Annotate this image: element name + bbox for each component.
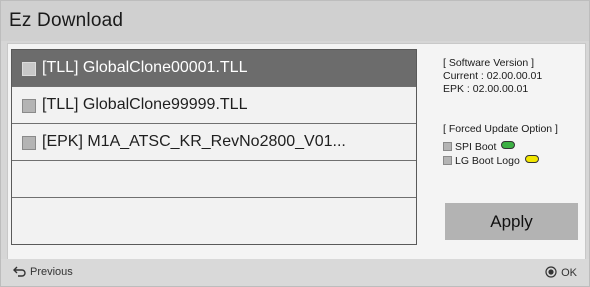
previous-button[interactable]: Previous — [13, 266, 73, 278]
spi-boot-label: SPI Boot — [455, 141, 497, 153]
option-spi-boot[interactable]: SPI Boot — [443, 141, 516, 153]
title-bar: Ez Download — [1, 1, 589, 41]
software-version-info: [ Software Version ] Current : 02.00.00.… — [443, 57, 583, 96]
file-list: [TLL] GlobalClone00001.TLL [TLL] GlobalC… — [11, 49, 417, 245]
ez-download-dialog: Ez Download [TLL] GlobalClone00001.TLL [… — [0, 0, 590, 287]
file-label: [TLL] GlobalClone00001.TLL — [42, 59, 248, 76]
epk-version: EPK : 02.00.00.01 — [443, 83, 529, 95]
file-checkbox[interactable] — [22, 62, 36, 76]
option-lg-boot-logo[interactable]: LG Boot Logo — [443, 155, 539, 167]
file-row-3[interactable]: [EPK] M1A_ATSC_KR_RevNo2800_V01... — [12, 124, 416, 161]
file-row-empty-2 — [12, 198, 416, 235]
ok-button[interactable]: OK — [545, 266, 577, 279]
green-key-icon — [501, 141, 516, 149]
ok-label: OK — [561, 267, 577, 279]
lg-boot-logo-checkbox[interactable] — [443, 156, 452, 165]
file-row-2[interactable]: [TLL] GlobalClone99999.TLL — [12, 87, 416, 124]
current-version: Current : 02.00.00.01 — [443, 70, 543, 82]
file-label: [EPK] M1A_ATSC_KR_RevNo2800_V01... — [42, 133, 346, 150]
forced-update-heading: [ Forced Update Option ] — [443, 123, 558, 135]
software-version-heading: [ Software Version ] — [443, 57, 535, 69]
yellow-key-icon — [524, 155, 539, 163]
file-label: [TLL] GlobalClone99999.TLL — [42, 96, 248, 113]
dialog-title: Ez Download — [9, 10, 124, 31]
file-checkbox[interactable] — [22, 136, 36, 150]
ok-circle-icon — [545, 266, 557, 278]
footer-bar: Previous OK — [1, 259, 589, 286]
previous-label: Previous — [30, 266, 73, 278]
apply-button[interactable]: Apply — [445, 203, 578, 240]
file-row-empty-1 — [12, 161, 416, 198]
file-row-1[interactable]: [TLL] GlobalClone00001.TLL — [12, 50, 416, 87]
spi-boot-checkbox[interactable] — [443, 142, 452, 151]
lg-boot-logo-label: LG Boot Logo — [455, 155, 520, 167]
file-checkbox[interactable] — [22, 99, 36, 113]
back-arrow-icon — [13, 266, 26, 277]
